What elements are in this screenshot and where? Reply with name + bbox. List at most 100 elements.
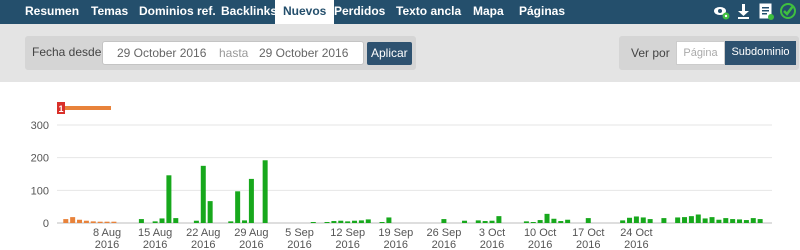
date-from-value[interactable]: 29 October 2016	[117, 46, 206, 60]
chart-bar	[723, 218, 729, 223]
view-subdomain-toggle[interactable]: Subdominio	[725, 41, 796, 65]
chart-bar	[166, 175, 172, 223]
x-tick-label: 2016	[432, 239, 456, 250]
chart-bar	[207, 201, 213, 223]
chart-bar	[462, 220, 468, 223]
tab-texto-ancla[interactable]: Texto ancla	[396, 0, 461, 24]
apply-button[interactable]: Aplicar	[367, 42, 412, 65]
x-tick-label: 2016	[576, 239, 600, 250]
chart-bar	[111, 221, 117, 223]
date-range-panel: Fecha desde 29 October 2016 hasta 29 Oct…	[25, 36, 416, 70]
chart-bar	[352, 220, 358, 223]
chart-bar	[228, 221, 234, 223]
date-range-input[interactable]: 29 October 2016 hasta 29 October 2016	[102, 41, 364, 65]
x-tick-label: 2016	[335, 239, 359, 250]
x-tick-label: 17 Oct	[572, 227, 604, 239]
tab-mapa[interactable]: Mapa	[473, 0, 504, 24]
x-tick-label: 2016	[480, 239, 504, 250]
eye-settings-icon[interactable]	[712, 1, 730, 21]
tab-perdidos[interactable]: Perdidos	[334, 0, 385, 24]
chart-bar	[475, 220, 481, 223]
chart-bar	[173, 218, 179, 223]
x-tick-label: 10 Oct	[524, 227, 556, 239]
chart-bar	[482, 221, 488, 223]
chart-bar	[338, 220, 344, 223]
date-separator: hasta	[219, 46, 249, 60]
chart-bar	[661, 218, 667, 223]
download-icon[interactable]	[735, 1, 753, 21]
chart-bar	[379, 222, 385, 223]
view-page-toggle[interactable]: Página	[676, 41, 725, 65]
x-tick-label: 12 Sep	[330, 227, 365, 239]
chart-bar	[83, 220, 89, 223]
chart-bar	[558, 221, 564, 223]
filter-bar: Fecha desde 29 October 2016 hasta 29 Oct…	[0, 24, 800, 82]
date-to-value[interactable]: 29 October 2016	[259, 46, 348, 60]
y-tick-label: 100	[31, 185, 49, 197]
tab-resumen[interactable]: Resumen	[25, 0, 79, 24]
chart-bar	[235, 191, 241, 223]
chart-bar	[620, 220, 626, 223]
chart-bar	[496, 216, 502, 223]
chart-bar	[695, 214, 701, 223]
chart-bar	[152, 221, 158, 223]
view-by-panel: Ver por Página Subdominio	[619, 36, 799, 70]
chart-bar	[682, 217, 688, 223]
chart-bar	[63, 219, 69, 223]
chart-bar	[743, 220, 749, 223]
tab-dominios-ref[interactable]: Dominios ref.	[139, 0, 216, 24]
chart-bar	[633, 216, 639, 223]
x-tick-label: 15 Aug	[138, 227, 172, 239]
chart-bar	[675, 217, 681, 223]
chart-bar	[77, 219, 83, 223]
x-tick-label: 26 Sep	[426, 227, 461, 239]
top-navigation: Resumen Temas Dominios ref. Backlinks Nu…	[0, 0, 800, 24]
chart-bar	[159, 218, 165, 223]
chart-bar	[551, 218, 557, 223]
tab-nuevos[interactable]: Nuevos	[275, 0, 335, 24]
report-icon[interactable]	[757, 1, 775, 21]
chart-bar	[585, 218, 591, 223]
x-tick-label: 29 Aug	[234, 227, 268, 239]
marker-label: 1	[58, 104, 63, 114]
chart-bar	[104, 221, 110, 223]
new-backlinks-chart: 01002003008 Aug201615 Aug201622 Aug20162…	[31, 102, 772, 250]
chart-bar	[345, 221, 351, 223]
chart-bar	[200, 165, 206, 223]
x-tick-label: 2016	[624, 239, 648, 250]
view-by-label: Ver por	[631, 46, 670, 60]
x-tick-label: 2016	[143, 239, 167, 250]
x-tick-label: 2016	[528, 239, 552, 250]
chart-bar	[627, 217, 633, 223]
verified-check-icon[interactable]	[779, 1, 797, 21]
x-tick-label: 2016	[95, 239, 119, 250]
chart-bar	[441, 219, 447, 223]
chart-bar	[138, 219, 144, 223]
chart-bar	[70, 217, 76, 223]
x-tick-label: 2016	[239, 239, 263, 250]
tab-backlinks[interactable]: Backlinks	[221, 0, 277, 24]
chart-bar	[97, 221, 103, 223]
date-from-label: Fecha desde	[32, 45, 102, 59]
tab-temas[interactable]: Temas	[91, 0, 128, 24]
y-tick-label: 200	[31, 153, 49, 165]
chart-bar	[730, 219, 736, 223]
chart-bar	[262, 160, 268, 223]
chart-bar	[523, 221, 529, 223]
chart-bar	[331, 221, 337, 223]
chart-bar	[702, 218, 708, 223]
tab-paginas[interactable]: Páginas	[519, 0, 565, 24]
chart-bar	[537, 220, 543, 223]
chart-bar	[90, 221, 96, 223]
chart-bar	[737, 219, 743, 223]
chart-bar	[565, 219, 571, 223]
chart-bar	[365, 219, 371, 223]
chart-bar	[310, 222, 316, 223]
chart-bar	[757, 219, 763, 223]
chart-bar	[640, 217, 646, 223]
x-tick-label: 24 Oct	[620, 227, 652, 239]
chart-bar	[688, 216, 694, 223]
x-tick-label: 2016	[287, 239, 311, 250]
chart-bar	[193, 220, 199, 223]
chart-bar	[544, 213, 550, 223]
